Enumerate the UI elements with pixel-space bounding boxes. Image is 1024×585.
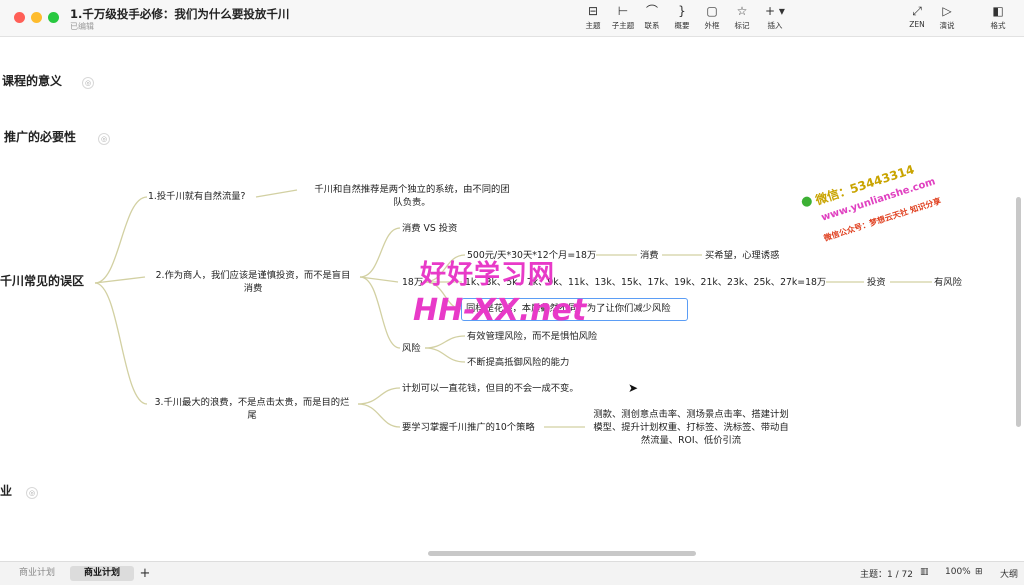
horizontal-scrollbar[interactable] [428,551,696,556]
mouse-cursor-icon: ➤ [628,381,639,395]
topic-course-meaning[interactable]: 课程的意义 [2,75,62,88]
relationship-button[interactable]: ⌒ 联系 [635,4,669,31]
outline-button[interactable]: 大纲 [1000,567,1018,580]
zen-button[interactable]: ⤢ ZEN [900,4,934,29]
node-plan-spending[interactable]: 计划可以一直花钱，但目的不会一成不变。 [402,382,579,395]
topic-partial[interactable]: 业 [0,485,12,498]
topic-icon: ⊟ [587,4,599,18]
insert-icon: + ▾ [765,4,785,18]
pitch-icon: ▷ [942,4,952,18]
wechat-icon [800,195,814,208]
node-manage-risk[interactable]: 有效管理风险，而不是惧怕风险 [467,330,597,343]
node-invest[interactable]: 投资 [867,276,886,289]
boundary-button[interactable]: ▢ 外框 [695,4,729,31]
document-title: 1.千万级投手必修：我们为什么要投放千川 [70,7,290,21]
topic-promotion-necessity[interactable]: 推广的必要性 [4,131,76,144]
document-status: 已编辑 [70,22,94,31]
minimize-window-icon[interactable] [31,12,42,23]
format-button[interactable]: ◧ 格式 [981,4,1015,31]
subtopic-biggest-waste[interactable]: 3.千川最大的浪费，不是点击太贵，而是目的烂 尾 [146,396,358,422]
zen-mode-icon: ⤢ [912,4,922,18]
collapsed-indicator-icon[interactable]: ◎ [98,133,110,145]
collapsed-indicator-icon[interactable]: ◎ [82,77,94,89]
subtopic-separate-systems[interactable]: 千川和自然推荐是两个独立的系统，由不同的团 队负责。 [298,183,526,209]
collapsed-indicator-icon[interactable]: ◎ [26,487,38,499]
zoom-window-icon[interactable] [48,12,59,23]
bottom-bar: 商业计划 商业计划 + 主题：1 / 72 ▥ 100% ⊞ 大纲 [0,561,1024,585]
relationship-icon: ⌒ [645,4,658,18]
watermark-text: 好好学习网 [420,260,556,290]
node-resist-risk[interactable]: 不断提高抵御风险的能力 [467,356,569,369]
boundary-icon: ▢ [706,4,718,18]
sheet-tab-active[interactable]: 商业计划 [70,566,134,581]
watermark-url: HH-XX.net [413,293,587,328]
summary-button[interactable]: } 概要 [665,4,699,31]
add-sheet-icon[interactable]: + [138,566,152,581]
close-window-icon[interactable] [14,12,25,23]
title-bar: 1.千万级投手必修：我们为什么要投放千川 已编辑 ⊟ 主题 ⊢ 子主题 ⌒ 联系 } 概… [0,0,1024,37]
node-ten-strategies[interactable]: 要学习掌握千川推广的10个策略 [402,421,535,434]
summary-icon: } [678,4,686,18]
node-risk[interactable]: 风险 [402,342,421,355]
marker-button[interactable]: ☆ 标记 [725,4,759,31]
map-icon[interactable]: ▥ [920,567,929,577]
node-buy-hope[interactable]: 买希望，心理诱惑 [705,249,779,262]
subtopic-careful-investment[interactable]: 2.作为商人，我们应该是谨慎投资，而不是盲目 消费 [146,269,360,295]
node-has-risk[interactable]: 有风险 [934,276,962,289]
node-consume-vs-invest[interactable]: 消费 VS 投资 [402,222,457,235]
format-panel-icon: ◧ [992,4,1004,18]
vertical-scrollbar[interactable] [1016,197,1021,427]
node-strategy-list[interactable]: 测款、测创意点击率、测场景点击率、搭建计划 模型、提升计划权重、打标签、洗标签、… [586,408,796,447]
subtopic-natural-traffic[interactable]: 1.投千川就有自然流量? [148,190,245,203]
zoom-level[interactable]: 100% [945,567,971,577]
mindmap-canvas[interactable]: 课程的意义 ◎ 推广的必要性 ◎ 千川常见的误区 业 ◎ 1.投千川就有自然流量… [0,37,1024,561]
zoom-dropdown-icon[interactable]: ⊞ [975,567,983,577]
topic-common-mistakes[interactable]: 千川常见的误区 [0,275,84,288]
insert-button[interactable]: + ▾ 插入 [758,4,792,31]
pitch-button[interactable]: ▷ 演说 [930,4,964,31]
node-consume[interactable]: 消费 [640,249,659,262]
topic-button[interactable]: ⊟ 主题 [576,4,610,31]
sheet-tab-inactive[interactable]: 商业计划 [8,566,66,581]
topic-count: 主题：1 / 72 [860,570,913,580]
marker-icon: ☆ [736,4,748,18]
